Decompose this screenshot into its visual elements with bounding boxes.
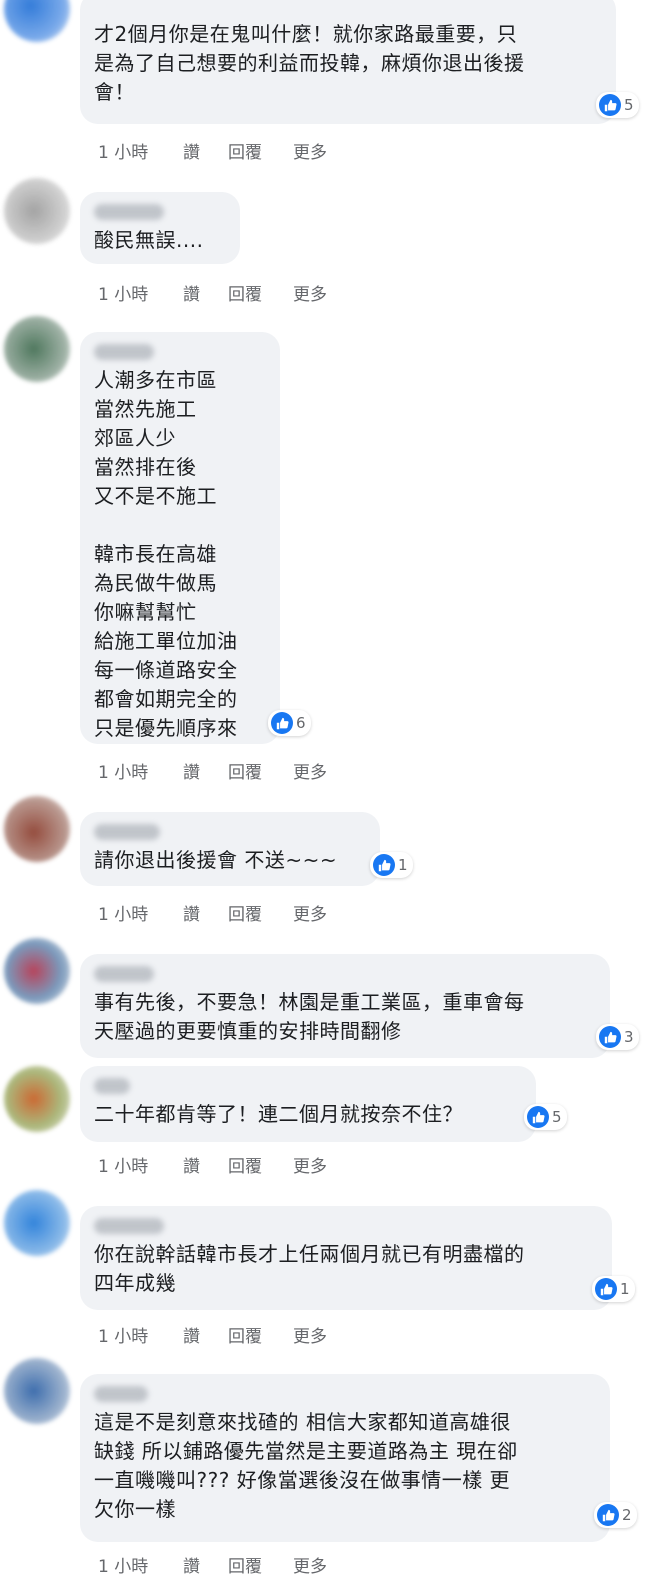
- timestamp[interactable]: 1 小時: [98, 1152, 183, 1177]
- like-count: 5: [552, 1108, 562, 1126]
- reply-link[interactable]: 回覆: [228, 758, 293, 783]
- comment-bubble: 你在說幹話韓市長才上任兩個月就已有明盡檔的 四年成幾: [80, 1206, 612, 1310]
- reply-link[interactable]: 回覆: [228, 1552, 293, 1577]
- reaction-count[interactable]: 1: [370, 852, 413, 878]
- reply-link[interactable]: 回覆: [228, 900, 293, 925]
- reply-link[interactable]: 回覆: [228, 138, 293, 163]
- like-link[interactable]: 讚: [183, 1322, 228, 1347]
- more-link[interactable]: 更多: [293, 280, 327, 305]
- author-name[interactable]: [94, 342, 266, 364]
- timestamp[interactable]: 1 小時: [98, 900, 183, 925]
- avatar[interactable]: [4, 1066, 70, 1132]
- comment-actions: 1 小時 讚 回覆 更多: [98, 1322, 327, 1347]
- reaction-count[interactable]: 2: [594, 1502, 637, 1528]
- comment-actions: 1 小時 讚 回覆 更多: [98, 900, 327, 925]
- like-count: 1: [620, 1280, 630, 1298]
- timestamp[interactable]: 1 小時: [98, 1552, 183, 1577]
- comment-text: 人潮多在市區 當然先施工 郊區人少 當然排在後 又不是不施工 韓市長在高雄 為民…: [94, 368, 238, 740]
- author-name[interactable]: [94, 822, 366, 844]
- author-name[interactable]: [94, 1216, 598, 1238]
- reaction-count[interactable]: 1: [592, 1276, 635, 1302]
- thumbs-up-icon: [527, 1106, 549, 1128]
- avatar[interactable]: [4, 316, 70, 382]
- comment-actions: 1 小時 讚 回覆 更多: [98, 1152, 327, 1177]
- author-name[interactable]: [94, 964, 596, 986]
- comment-actions: 1 小時 讚 回覆 更多: [98, 138, 327, 163]
- timestamp[interactable]: 1 小時: [98, 138, 183, 163]
- like-link[interactable]: 讚: [183, 138, 228, 163]
- like-link[interactable]: 讚: [183, 758, 228, 783]
- reaction-count[interactable]: 5: [596, 92, 639, 118]
- reaction-count[interactable]: 5: [524, 1104, 567, 1130]
- like-count: 1: [398, 856, 408, 874]
- more-link[interactable]: 更多: [293, 1322, 327, 1347]
- comment-text: 酸民無誤....: [94, 228, 204, 252]
- thumbs-up-icon: [597, 1504, 619, 1526]
- comment-actions: 1 小時 讚 回覆 更多: [98, 1552, 327, 1577]
- avatar[interactable]: [4, 1190, 70, 1256]
- comment-text: 請你退出後援會 不送~~~: [94, 848, 338, 872]
- comment-text: 二十年都肯等了！連二個月就按奈不住？: [94, 1102, 463, 1126]
- more-link[interactable]: 更多: [293, 900, 327, 925]
- timestamp[interactable]: 1 小時: [98, 758, 183, 783]
- comment-actions: 1 小時 讚 回覆 更多: [98, 758, 327, 783]
- reaction-count[interactable]: 3: [596, 1024, 639, 1050]
- author-name[interactable]: [94, 1076, 522, 1098]
- more-link[interactable]: 更多: [293, 1552, 327, 1577]
- comment-text: 才2個月你是在鬼叫什麼！就你家路最重要，只 是為了自己想要的利益而投韓，麻煩你退…: [94, 22, 525, 104]
- like-link[interactable]: 讚: [183, 1152, 228, 1177]
- comment-text: 你在說幹話韓市長才上任兩個月就已有明盡檔的 四年成幾: [94, 1242, 525, 1295]
- like-count: 2: [622, 1506, 632, 1524]
- more-link[interactable]: 更多: [293, 1152, 327, 1177]
- avatar[interactable]: [4, 178, 70, 244]
- comment-bubble: 酸民無誤....: [80, 192, 240, 264]
- like-count: 6: [296, 714, 306, 732]
- comment-bubble: 二十年都肯等了！連二個月就按奈不住？: [80, 1066, 536, 1142]
- comment-bubble: 請你退出後援會 不送~~~: [80, 812, 380, 886]
- more-link[interactable]: 更多: [293, 758, 327, 783]
- comment-bubble: 這是不是刻意來找碴的 相信大家都知道高雄很 缺錢 所以鋪路優先當然是主要道路為主…: [80, 1374, 610, 1542]
- comment-text: 事有先後，不要急！林園是重工業區，重車會每 天壓過的更要慎重的安排時間翻修: [94, 990, 525, 1043]
- like-count: 5: [624, 96, 634, 114]
- like-link[interactable]: 讚: [183, 900, 228, 925]
- like-link[interactable]: 讚: [183, 1552, 228, 1577]
- thumbs-up-icon: [271, 712, 293, 734]
- thumbs-up-icon: [595, 1278, 617, 1300]
- like-link[interactable]: 讚: [183, 280, 228, 305]
- avatar[interactable]: [4, 796, 70, 862]
- avatar[interactable]: [4, 938, 70, 1004]
- comment-bubble: 人潮多在市區 當然先施工 郊區人少 當然排在後 又不是不施工 韓市長在高雄 為民…: [80, 332, 280, 744]
- reply-link[interactable]: 回覆: [228, 280, 293, 305]
- reply-link[interactable]: 回覆: [228, 1152, 293, 1177]
- thumbs-up-icon: [373, 854, 395, 876]
- comment-bubble: 才2個月你是在鬼叫什麼！就你家路最重要，只 是為了自己想要的利益而投韓，麻煩你退…: [80, 0, 616, 124]
- comment-actions: 1 小時 讚 回覆 更多: [98, 280, 327, 305]
- timestamp[interactable]: 1 小時: [98, 280, 183, 305]
- avatar[interactable]: [4, 1358, 70, 1424]
- author-name[interactable]: [94, 202, 226, 224]
- like-count: 3: [624, 1028, 634, 1046]
- comment-bubble: 事有先後，不要急！林園是重工業區，重車會每 天壓過的更要慎重的安排時間翻修: [80, 954, 610, 1058]
- comment-text: 這是不是刻意來找碴的 相信大家都知道高雄很 缺錢 所以鋪路優先當然是主要道路為主…: [94, 1410, 518, 1521]
- more-link[interactable]: 更多: [293, 138, 327, 163]
- author-name[interactable]: [94, 1384, 596, 1406]
- thumbs-up-icon: [599, 94, 621, 116]
- reply-link[interactable]: 回覆: [228, 1322, 293, 1347]
- avatar[interactable]: [4, 0, 70, 42]
- thumbs-up-icon: [599, 1026, 621, 1048]
- timestamp[interactable]: 1 小時: [98, 1322, 183, 1347]
- reaction-count[interactable]: 6: [268, 710, 311, 736]
